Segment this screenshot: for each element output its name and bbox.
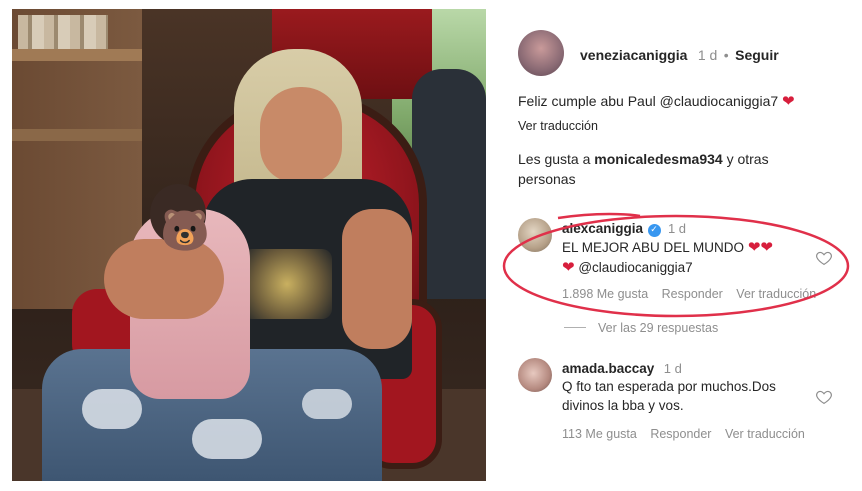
comment-actions: 1.898 Me gusta Responder Ver traducción [562,287,816,301]
comment-reply-button[interactable]: Responder [650,427,711,441]
comment-text-line: ❤ @claudiocaniggia7 [562,258,693,276]
comment-header: amada.baccay 1 d [562,360,682,378]
comment-reply-button[interactable]: Responder [662,287,723,301]
comment-avatar[interactable] [518,358,552,392]
post-author-username[interactable]: veneziacaniggia [580,47,687,63]
comment-likes-count[interactable]: 113 Me gusta [562,427,637,441]
like-heart-icon[interactable] [815,249,833,267]
comment-header: alexcaniggia ✓ 1 d [562,220,686,238]
view-replies-link[interactable]: Ver las 29 respuestas [598,321,718,335]
comment-translate-link[interactable]: Ver traducción [725,427,805,441]
post-caption: Feliz cumple abu Paul @claudiocaniggia7 … [518,92,795,110]
books [18,15,108,49]
jeans-rip [302,389,352,419]
comment-text: divinos la bba y vos. [562,398,684,413]
like-heart-icon[interactable] [815,388,833,406]
likes-username-link[interactable]: monicaledesma934 [594,151,722,167]
comment-time: 1 d [663,361,682,376]
comment-avatar[interactable] [518,218,552,252]
caption-text: Feliz cumple abu Paul [518,93,656,109]
shelf-board [12,129,142,141]
comment-translate-link[interactable]: Ver traducción [736,287,816,301]
comment-likes-count[interactable]: 1.898 Me gusta [562,287,648,301]
likes-suffix-line2: personas [518,171,576,187]
follow-button[interactable]: Seguir [735,47,779,63]
jeans-rip [82,389,142,429]
verified-badge-icon: ✓ [647,224,661,237]
comment-actions: 113 Me gusta Responder Ver traducción [562,427,805,441]
dot-separator: • [723,47,729,63]
likes-suffix: y otras [726,151,769,167]
red-heart-emoji: ❤ [562,258,575,276]
red-heart-emoji: ❤❤ [747,238,773,256]
post-author-avatar[interactable] [518,30,564,76]
post-photo[interactable]: 🐻 [12,9,486,481]
comment-text-line: EL MEJOR ABU DEL MUNDO ❤❤ [562,238,773,256]
comment-username[interactable]: amada.baccay [562,361,654,376]
post-time: 1 d [697,47,718,63]
caption-translate-link[interactable]: Ver traducción [518,119,598,133]
comment-mention-link[interactable]: @claudiocaniggia7 [578,260,692,275]
man-arm [342,209,412,349]
comment-time: 1 d [667,221,687,236]
caption-mention-link[interactable]: @claudiocaniggia7 [660,93,779,109]
tshirt-print [242,249,332,319]
red-heart-emoji: ❤ [782,92,795,110]
comment-text: Q fto tan esperada por muchos.Dos [562,379,776,394]
shelf-board [12,49,142,61]
bear-face-emoji-overlay: 🐻 [160,208,210,254]
comment-text: EL MEJOR ABU DEL MUNDO [562,240,745,255]
comment-username[interactable]: alexcaniggia [562,221,643,236]
likes-prefix: Les gusta a [518,151,591,167]
man-face [260,87,342,183]
jeans-rip [192,419,262,459]
post-likes-summary[interactable]: Les gusta a monicaledesma934 y otras [518,151,769,167]
replies-divider [564,327,586,328]
post-header: veneziacaniggia 1 d • Seguir [580,47,779,65]
comments-pane: veneziacaniggia 1 d • Seguir Feliz cumpl… [500,0,862,491]
